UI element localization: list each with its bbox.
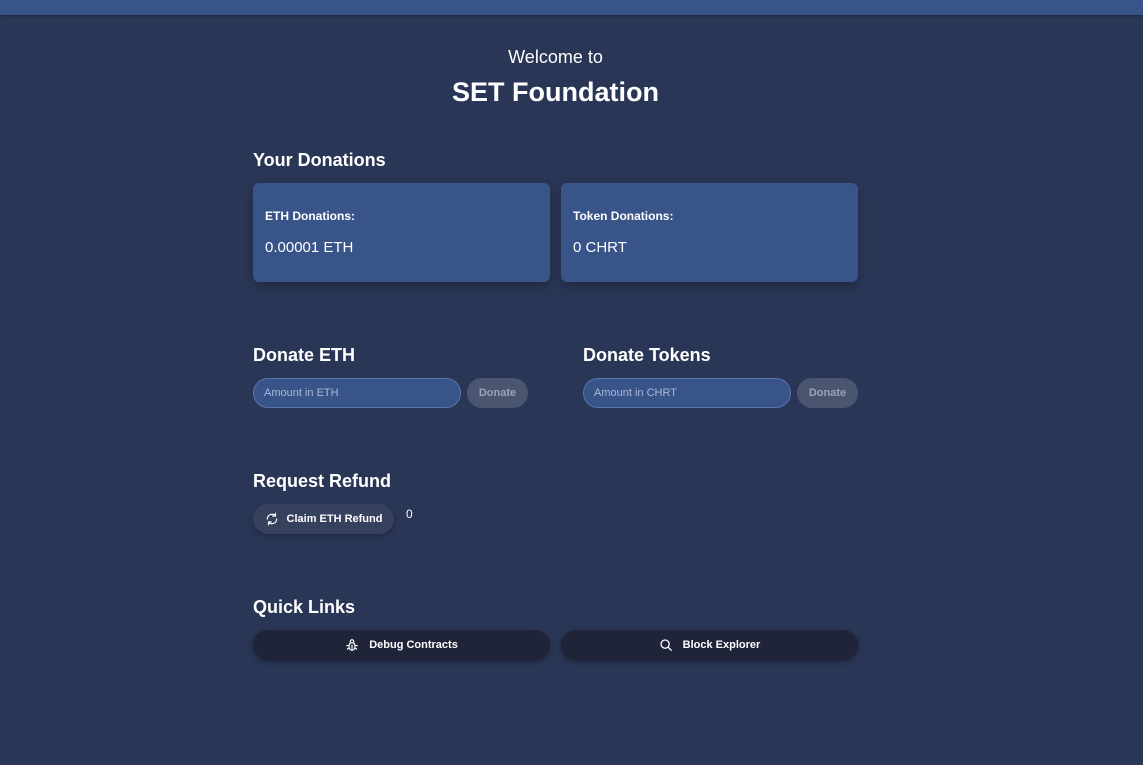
token-donations-value: 0 CHRT [573, 239, 627, 256]
your-donations-heading: Your Donations [253, 150, 386, 170]
quick-links-heading: Quick Links [253, 597, 356, 617]
top-bar [0, 0, 1143, 15]
welcome-text: Welcome to [508, 47, 603, 67]
block-explorer-button[interactable]: Block Explorer [561, 630, 858, 660]
claim-eth-refund-label: Claim ETH Refund [286, 513, 383, 525]
refund-amount: 0 [406, 507, 413, 521]
donate-tokens-button[interactable]: Donate [797, 378, 858, 408]
request-refund-heading: Request Refund [253, 471, 392, 491]
search-icon [659, 638, 673, 652]
token-donations-card: Token Donations: 0 CHRT [561, 183, 858, 282]
token-donations-label: Token Donations: [573, 209, 674, 223]
hero: Welcome to SET Foundation [0, 46, 1111, 108]
debug-contracts-label: Debug Contracts [369, 639, 458, 651]
donate-eth-button[interactable]: Donate [467, 378, 528, 408]
block-explorer-label: Block Explorer [682, 639, 761, 651]
donate-eth-heading: Donate ETH [253, 345, 356, 365]
bug-icon [345, 638, 359, 652]
donate-tokens-heading: Donate Tokens [583, 345, 711, 365]
refresh-icon [265, 512, 279, 526]
eth-amount-input[interactable] [253, 378, 461, 408]
claim-eth-refund-button[interactable]: Claim ETH Refund [253, 504, 394, 534]
eth-donations-card: ETH Donations: 0.00001 ETH [253, 183, 550, 282]
eth-donations-value: 0.00001 ETH [265, 239, 354, 256]
eth-donations-label: ETH Donations: [265, 209, 355, 223]
debug-contracts-button[interactable]: Debug Contracts [253, 630, 550, 660]
chrt-amount-input[interactable] [583, 378, 791, 408]
page-title: SET Foundation [452, 77, 659, 107]
